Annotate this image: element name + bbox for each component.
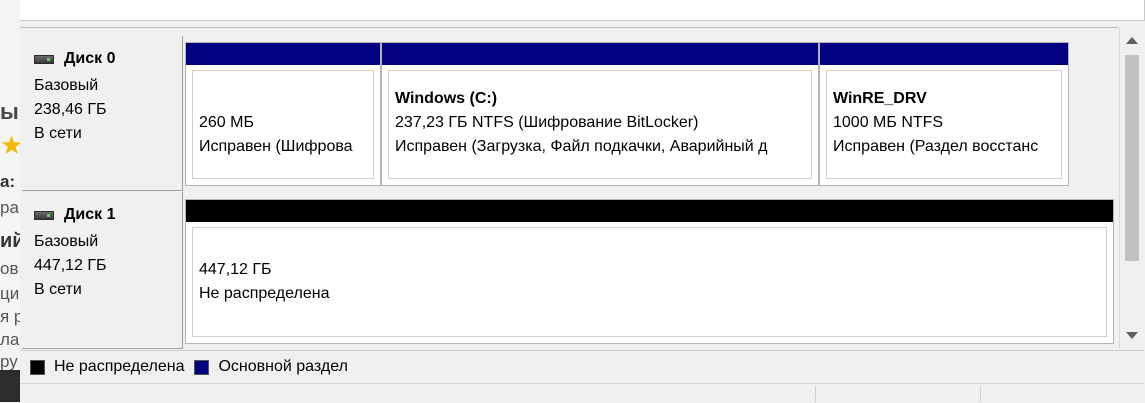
disk-1-info[interactable]: Диск 1 Базовый 447,12 ГБ В сети (22, 192, 183, 349)
scroll-up-icon[interactable] (1126, 37, 1138, 44)
partition-size: 260 МБ (199, 114, 254, 131)
vertical-scrollbar[interactable] (1119, 27, 1145, 349)
disk-name: Диск 1 (64, 206, 116, 223)
unallocated-color-swatch (30, 359, 45, 375)
partition-status: Исправен (Раздел восстанс (833, 138, 1039, 155)
partition-label: WinRE_DRV (833, 90, 927, 107)
status-separator (815, 386, 816, 402)
background-text-fragment: ий (0, 230, 20, 252)
partition-status: Не распределена (199, 285, 330, 302)
legend-unallocated-label: Не распределена (54, 358, 185, 375)
disk-type: Базовый (34, 233, 99, 250)
partition-status: Исправен (Загрузка, Файл подкачки, Авари… (395, 138, 768, 155)
background-text-fragment: я р (0, 307, 20, 326)
disk-0-info[interactable]: Диск 0 Базовый 238,46 ГБ В сети (22, 36, 183, 191)
unallocated-space[interactable]: 447,12 ГБ Не распределена (185, 199, 1114, 344)
partition-status: Исправен (Шифрова (199, 138, 353, 155)
disk-1-title: Диск 1 (34, 206, 115, 224)
background-text-fragment: ла (0, 330, 20, 349)
partition-inner: WinRE_DRV 1000 МБ NTFS Исправен (Раздел … (826, 70, 1062, 179)
disk-size: 238,46 ГБ (34, 101, 107, 118)
partition-color-bar (382, 43, 818, 65)
background-window-fragment: ы ★ а: ра ий ов ци я р ла ру (0, 0, 20, 402)
status-bar (20, 383, 1144, 403)
partition-color-bar (186, 200, 1113, 222)
disk-name: Диск 0 (64, 50, 116, 67)
hard-disk-icon (34, 210, 54, 220)
legend-bar: Не распределена Основной раздел (20, 350, 1144, 383)
legend-primary-label: Основной раздел (218, 358, 348, 375)
scrollbar-thumb[interactable] (1125, 55, 1139, 261)
taskbar-fragment (0, 370, 20, 402)
background-text-fragment: ов (0, 259, 19, 278)
background-text-fragment: ци (0, 284, 20, 303)
partition-size: 237,23 ГБ NTFS (Шифрование BitLocker) (395, 114, 699, 131)
disk-0-title: Диск 0 (34, 50, 115, 68)
disk-graphical-view: Диск 0 Базовый 238,46 ГБ В сети 260 МБ И… (20, 27, 1118, 350)
disk-size: 447,12 ГБ (34, 257, 107, 274)
disk-status: В сети (34, 125, 82, 142)
partition-color-bar (820, 43, 1068, 65)
partition-windows-c[interactable]: Windows (C:) 237,23 ГБ NTFS (Шифрование … (381, 42, 819, 186)
background-text-fragment: ы (0, 99, 19, 124)
disk-status: В сети (34, 281, 82, 298)
scroll-down-icon[interactable] (1126, 332, 1138, 339)
status-separator (980, 386, 981, 402)
star-icon: ★ (0, 130, 20, 160)
background-text-fragment: ру (0, 352, 18, 371)
partition-size: 1000 МБ NTFS (833, 114, 944, 131)
partition-winre-drv[interactable]: WinRE_DRV 1000 МБ NTFS Исправен (Раздел … (819, 42, 1069, 186)
partition-inner: 447,12 ГБ Не распределена (192, 227, 1107, 337)
partition-label: Windows (C:) (395, 90, 498, 107)
partition-color-bar (186, 43, 380, 65)
hard-disk-icon (34, 54, 54, 64)
volume-list-pane[interactable] (20, 0, 1145, 21)
primary-partition-color-swatch (194, 359, 210, 375)
disk-type: Базовый (34, 77, 99, 94)
partition-inner: Windows (C:) 237,23 ГБ NTFS (Шифрование … (388, 70, 812, 179)
partition-efi[interactable]: 260 МБ Исправен (Шифрова (185, 42, 381, 186)
background-text-fragment: а: (0, 172, 16, 191)
partition-size: 447,12 ГБ (199, 261, 272, 278)
background-text-fragment: ра (0, 198, 19, 217)
partition-inner: 260 МБ Исправен (Шифрова (192, 70, 374, 179)
